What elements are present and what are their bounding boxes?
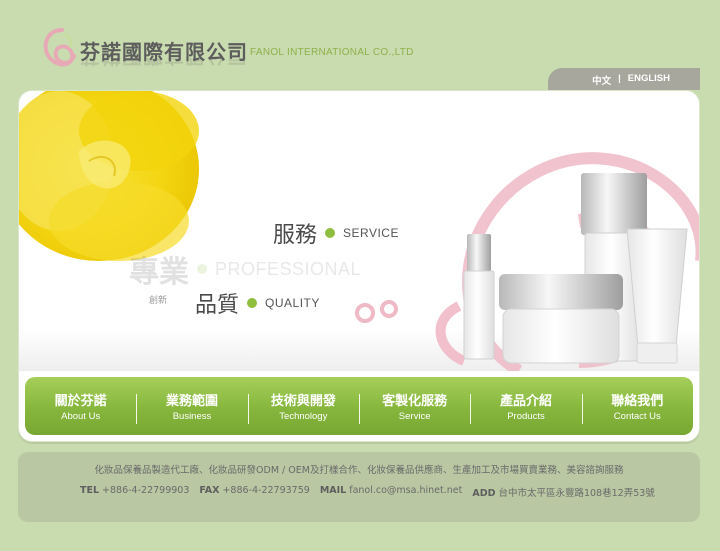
green-dot-icon xyxy=(247,298,258,308)
tel-value: +886-4-22799903 xyxy=(102,485,190,496)
nav-label-en: Contact Us xyxy=(613,411,661,422)
lang-en-link[interactable]: ENGLISH xyxy=(628,73,670,87)
nav-label-en: About Us xyxy=(61,411,101,422)
footer-services-text: 化妝品保養品製造代工廠、化妝品研發ODM / OEM及打樣合作、化妝保養品供應商… xyxy=(94,465,624,476)
green-dot-icon xyxy=(325,228,336,238)
footer-contact-info: TEL +886-4-22799903 FAX +886-4-22793759 MA… xyxy=(80,485,655,499)
nav-label-zh: 業務範圍 xyxy=(165,394,218,409)
nav-label-en: Business xyxy=(172,411,212,422)
banner-quality: 品質 QUALITY xyxy=(195,287,320,319)
nav-label-zh: 聯絡我們 xyxy=(611,394,664,409)
professional-en-text: PROFESSIONAL xyxy=(215,258,362,279)
company-logo-icon xyxy=(43,28,76,67)
main-nav: 關於芬諾 About Us 業務範圍 Business 技術與開發 Techno… xyxy=(25,377,693,435)
footer: 化妝品保養品製造代工廠、化妝品研發ODM / OEM及打樣合作、化妝保養品供應商… xyxy=(18,452,700,522)
nav-about-us[interactable]: 關於芬諾 About Us xyxy=(25,390,136,422)
nav-technology[interactable]: 技術與開發 Technology xyxy=(247,390,359,424)
nav-label-en: Technology xyxy=(279,411,328,422)
quality-en-text: QUALITY xyxy=(265,296,320,310)
fax-label: FAX xyxy=(199,485,220,496)
tel-label: TEL xyxy=(80,485,100,496)
fax-value: +886-4-22793759 xyxy=(222,485,310,496)
hero-banner: 服務 SERVICE 專業 PROFESSIONAL 創新 品質 QUALITY xyxy=(19,91,699,371)
quality-zh-text: 品質 xyxy=(195,293,240,318)
professional-zh-text: 專業 xyxy=(129,255,189,290)
lang-separator: | xyxy=(618,73,621,84)
mail-label: MAIL xyxy=(319,485,347,496)
nav-label-zh: 關於芬諾 xyxy=(54,394,107,409)
nav-label-zh: 客製化服務 xyxy=(382,394,448,409)
lang-zh-link[interactable]: 中文 xyxy=(592,73,611,87)
mail-link[interactable]: fanol.co@msa.hinet.net xyxy=(349,485,462,496)
nav-business[interactable]: 業務範圍 Business xyxy=(136,390,247,424)
nav-contact-us[interactable]: 聯絡我們 Contact Us xyxy=(581,390,693,424)
company-name-reflection: 芬諾國際有限公司 xyxy=(80,58,248,72)
address-value: 台中市太平區永豐路108巷12弄53號 xyxy=(498,488,655,499)
green-dot-icon xyxy=(197,264,207,274)
main-card: 服務 SERVICE 專業 PROFESSIONAL 創新 品質 QUALITY… xyxy=(18,90,700,442)
nav-label-zh: 技術與開發 xyxy=(270,394,336,409)
nav-service[interactable]: 客製化服務 Service xyxy=(358,390,470,424)
nav-label-en: Service xyxy=(398,411,431,422)
service-zh-text: 服務 xyxy=(273,223,318,248)
innovation-text: 創新 xyxy=(149,295,168,305)
banner-professional: 專業 PROFESSIONAL xyxy=(129,247,361,291)
nav-label-zh: 產品介紹 xyxy=(499,394,552,409)
nav-products[interactable]: 產品介紹 Products xyxy=(470,390,581,424)
service-en-text: SERVICE xyxy=(343,226,399,240)
address-label: ADD xyxy=(472,488,496,499)
language-switcher: 中文 | ENGLISH xyxy=(548,68,700,90)
company-name-en: FANOL INTERNATIONAL CO.,LTD xyxy=(250,47,414,58)
nav-label-en: Products xyxy=(507,411,545,422)
banner-service: 服務 SERVICE xyxy=(273,217,399,249)
